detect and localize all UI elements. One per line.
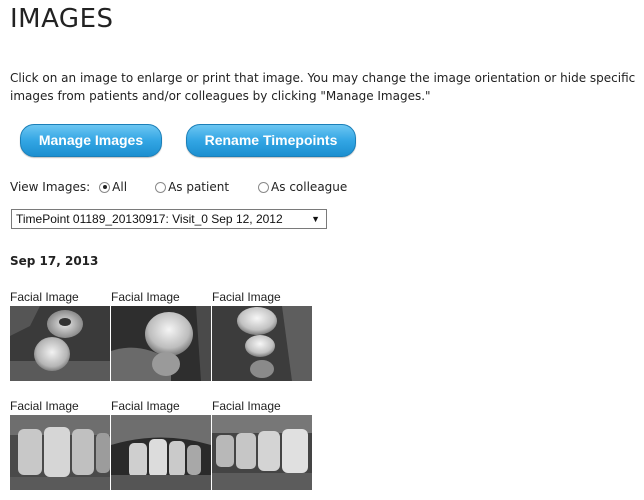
image-label: Facial Image [111,290,180,304]
chevron-down-icon[interactable]: ▼ [311,210,320,228]
view-option-all[interactable]: All [99,180,127,194]
manage-images-button[interactable]: Manage Images [20,124,162,157]
rename-timepoints-button[interactable]: Rename Timepoints [186,124,356,157]
facial-image-thumbnail[interactable] [10,306,110,381]
facial-image-thumbnail[interactable] [10,415,110,490]
image-label: Facial Image [212,290,281,304]
radio-all[interactable] [99,181,111,193]
view-option-as-colleague[interactable]: As colleague [258,180,347,194]
radio-as-patient[interactable] [155,181,167,193]
view-images-filter: View Images: All As patient As colleague [10,180,347,194]
view-images-label: View Images: [10,180,91,194]
facial-image-thumbnail[interactable] [111,306,211,381]
view-option-as-patient[interactable]: As patient [155,180,229,194]
image-label: Facial Image [212,399,281,413]
facial-image-thumbnail[interactable] [111,415,211,490]
view-option-as-patient-label[interactable]: As patient [168,180,229,194]
view-option-as-colleague-label[interactable]: As colleague [271,180,347,194]
image-label: Facial Image [111,399,180,413]
image-label: Facial Image [10,290,79,304]
timepoint-select-value[interactable]: TimePoint 01189_20130917: Visit_0 Sep 12… [16,212,283,226]
view-option-all-label[interactable]: All [112,180,127,194]
image-label: Facial Image [10,399,79,413]
timepoint-select[interactable]: TimePoint 01189_20130917: Visit_0 Sep 12… [11,209,327,229]
facial-image-thumbnail[interactable] [212,306,312,381]
page-title: IMAGES [10,4,114,34]
intro-text: Click on an image to enlarge or print th… [10,71,636,103]
timepoint-date-heading: Sep 17, 2013 [10,254,99,268]
radio-as-colleague[interactable] [258,181,270,193]
facial-image-thumbnail[interactable] [212,415,312,490]
